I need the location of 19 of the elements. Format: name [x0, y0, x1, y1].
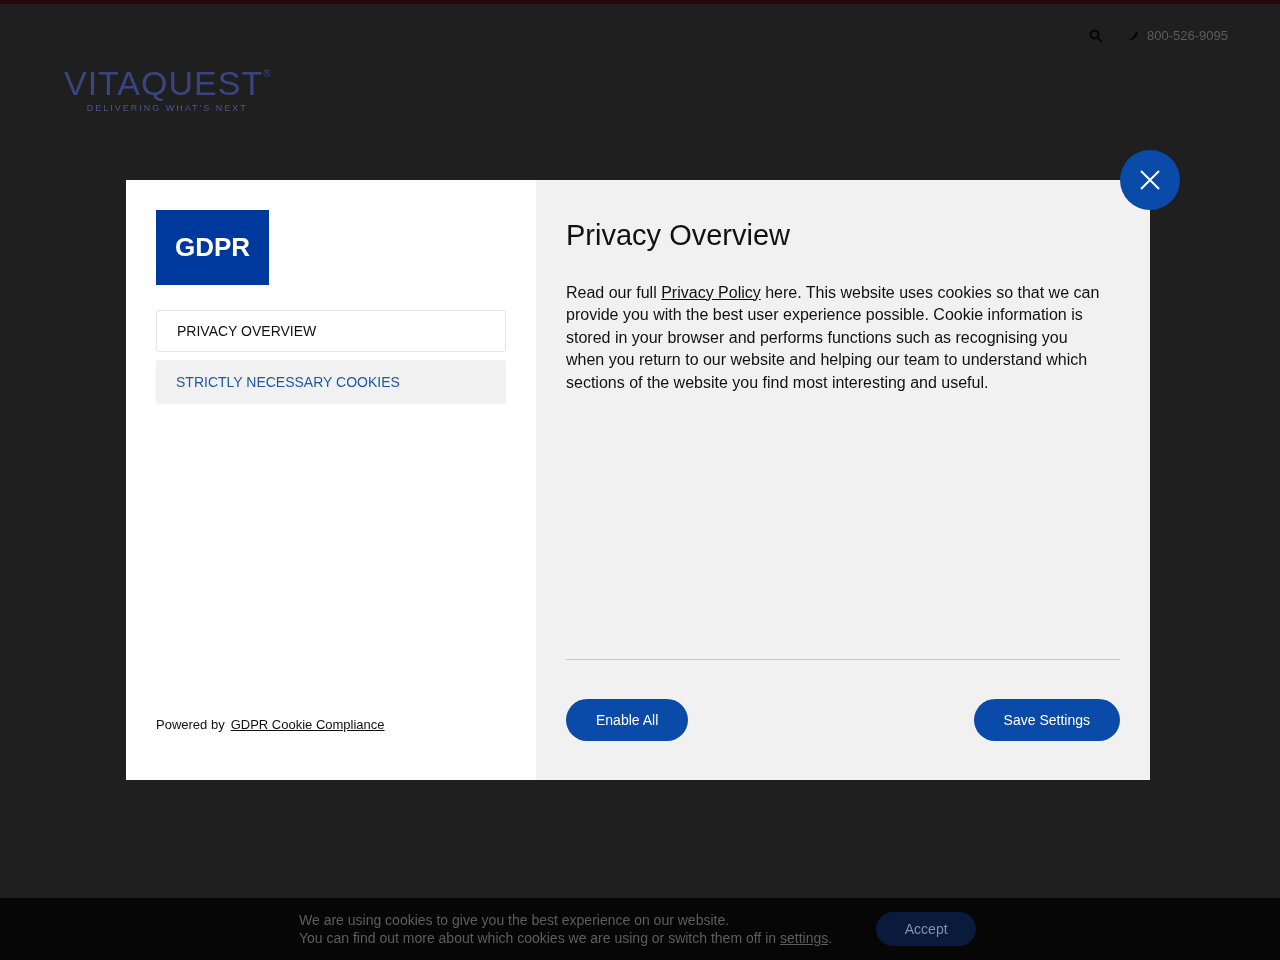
sidebar-tab[interactable]: STRICTLY NECESSARY COOKIES [156, 360, 506, 404]
plugin-link[interactable]: GDPR Cookie Compliance [230, 714, 385, 734]
powered-by-label: Powered by [156, 715, 225, 734]
description-text: Read our full Privacy Policy here. This website uses cookies so that we can provide you with the best user experience possible. Cookie information is stored in your browser and performs functions such as recognising you when you return to our website and helping our team to understand which sections of the website you find most interesting and useful. [566, 282, 1101, 393]
cookie-notice-text: We are using cookies to give you the best experience on our website. [299, 911, 731, 929]
action-button[interactable]: Enable All [566, 699, 689, 741]
gdpr-logo: GDPR [156, 210, 269, 285]
cookie-notice-text: You can find out more about which cookies we are using or switch them off in [299, 929, 777, 947]
logo-tagline: DELIVERING WHAT'S NEXT [86, 101, 248, 115]
registered-mark: ® [263, 66, 271, 79]
close-icon [1140, 170, 1160, 190]
sidebar-tab[interactable]: PRIVACY OVERVIEW [156, 310, 506, 352]
punctuation-text: . [828, 929, 833, 947]
close-button[interactable] [1120, 150, 1180, 210]
panel-title: Privacy Overview [566, 218, 791, 253]
action-button[interactable]: Save Settings [973, 699, 1120, 741]
accept-button[interactable]: Accept [876, 912, 977, 946]
logo-wordmark: VITAQUEST [64, 65, 264, 100]
privacy-policy-link[interactable]: Privacy Policy [661, 283, 761, 301]
